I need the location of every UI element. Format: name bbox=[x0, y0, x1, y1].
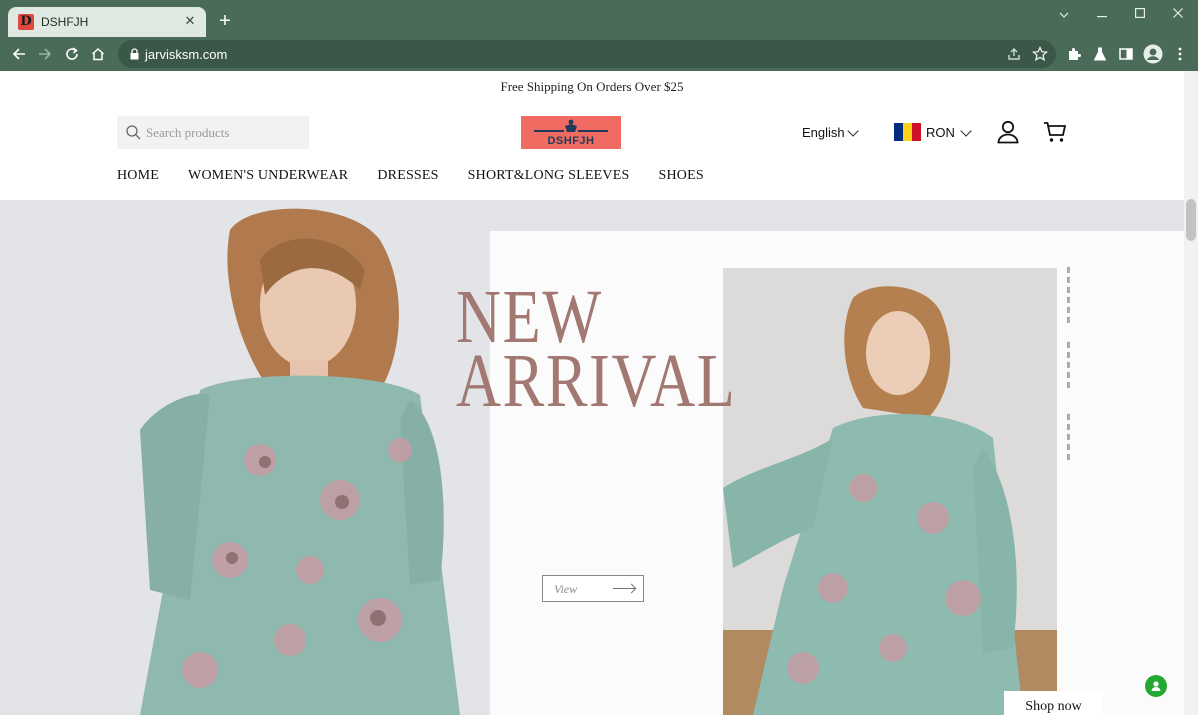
logo-line-right bbox=[578, 130, 608, 132]
logo-emblem-icon bbox=[565, 119, 577, 132]
nav-home[interactable]: HOME bbox=[117, 168, 159, 184]
shop-now-label: Shop now bbox=[1025, 699, 1082, 714]
romania-flag-icon bbox=[894, 123, 921, 141]
side-deco-mark-1: ▮▮▮▮▮▮ bbox=[1064, 265, 1073, 325]
extensions-icon[interactable] bbox=[1063, 43, 1085, 65]
chat-icon[interactable] bbox=[1145, 675, 1167, 697]
home-icon[interactable] bbox=[87, 43, 109, 65]
profile-avatar-icon[interactable] bbox=[1142, 43, 1164, 65]
view-button-label: View bbox=[554, 582, 578, 596]
web-page: Free Shipping On Orders Over $25 Search … bbox=[0, 71, 1198, 715]
labs-flask-icon[interactable] bbox=[1089, 43, 1111, 65]
search-icon bbox=[126, 125, 141, 140]
side-deco-mark-3: ▮▮▮▮▮ bbox=[1064, 412, 1073, 462]
nav-womens-underwear[interactable]: WOMEN'S UNDERWEAR bbox=[188, 168, 348, 184]
search-placeholder: Search products bbox=[146, 125, 230, 140]
currency-selector[interactable]: RON bbox=[926, 125, 955, 140]
minimize-icon[interactable] bbox=[1082, 4, 1122, 24]
currency-chevron-down-icon[interactable] bbox=[960, 125, 972, 137]
view-button[interactable]: View bbox=[542, 575, 644, 602]
nav-short-long-sleeves[interactable]: SHORT&LONG SLEEVES bbox=[468, 168, 630, 184]
forward-icon[interactable] bbox=[34, 43, 56, 65]
address-bar[interactable]: jarvisksm.com bbox=[118, 40, 1056, 68]
language-selector[interactable]: English bbox=[802, 125, 845, 140]
nav-shoes[interactable]: SHOES bbox=[658, 168, 703, 184]
side-panel-icon[interactable] bbox=[1115, 43, 1137, 65]
hero-title: NEW ARRIVAL bbox=[456, 279, 737, 423]
share-icon[interactable] bbox=[1006, 46, 1022, 62]
nav-dresses[interactable]: DRESSES bbox=[377, 168, 438, 184]
hero-model-left-image bbox=[140, 208, 460, 715]
hero-banner[interactable]: ▮▮▮▮▮▮ ▮▮▮▮▮ ▮▮▮▮▮ NEW ARRIVAL View Shop… bbox=[0, 200, 1184, 715]
maximize-icon[interactable] bbox=[1120, 4, 1160, 24]
favicon-icon: D bbox=[18, 14, 34, 30]
page-scrollbar[interactable] bbox=[1184, 71, 1198, 715]
browser-tab[interactable]: D DSHFJH ✕ bbox=[8, 7, 206, 37]
cart-icon[interactable] bbox=[1043, 120, 1067, 144]
tab-search-icon[interactable] bbox=[1044, 4, 1084, 24]
hero-title-line-2: ARRIVAL bbox=[456, 339, 737, 423]
tab-close-icon[interactable]: ✕ bbox=[182, 13, 198, 29]
tab-title: DSHFJH bbox=[41, 15, 89, 29]
lock-icon bbox=[130, 48, 139, 60]
close-window-icon[interactable] bbox=[1158, 4, 1198, 24]
hero-model-right-image bbox=[723, 286, 1023, 715]
shop-now-button[interactable]: Shop now bbox=[1004, 691, 1103, 715]
browser-chrome: D DSHFJH ✕ + jarvisksm.com bbox=[0, 0, 1198, 71]
reload-icon[interactable] bbox=[61, 43, 83, 65]
browser-toolbar: jarvisksm.com bbox=[0, 37, 1198, 71]
bookmark-star-icon[interactable] bbox=[1032, 46, 1048, 62]
announcement-bar: Free Shipping On Orders Over $25 bbox=[500, 79, 684, 94]
side-deco-mark-2: ▮▮▮▮▮ bbox=[1064, 340, 1073, 390]
arrow-right-icon bbox=[613, 588, 635, 589]
logo-line-left bbox=[534, 130, 564, 132]
back-icon[interactable] bbox=[8, 43, 30, 65]
url-text: jarvisksm.com bbox=[145, 47, 228, 62]
search-input[interactable]: Search products bbox=[117, 116, 309, 149]
menu-kebab-icon[interactable] bbox=[1169, 43, 1191, 65]
main-navigation: HOME WOMEN'S UNDERWEAR DRESSES SHORT&LON… bbox=[117, 168, 704, 184]
account-icon[interactable] bbox=[997, 120, 1019, 144]
scrollbar-thumb[interactable] bbox=[1186, 199, 1196, 241]
store-logo[interactable]: DSHFJH bbox=[521, 116, 621, 149]
logo-text: DSHFJH bbox=[547, 135, 595, 147]
new-tab-icon[interactable]: + bbox=[214, 10, 236, 32]
language-chevron-down-icon[interactable] bbox=[847, 125, 859, 137]
